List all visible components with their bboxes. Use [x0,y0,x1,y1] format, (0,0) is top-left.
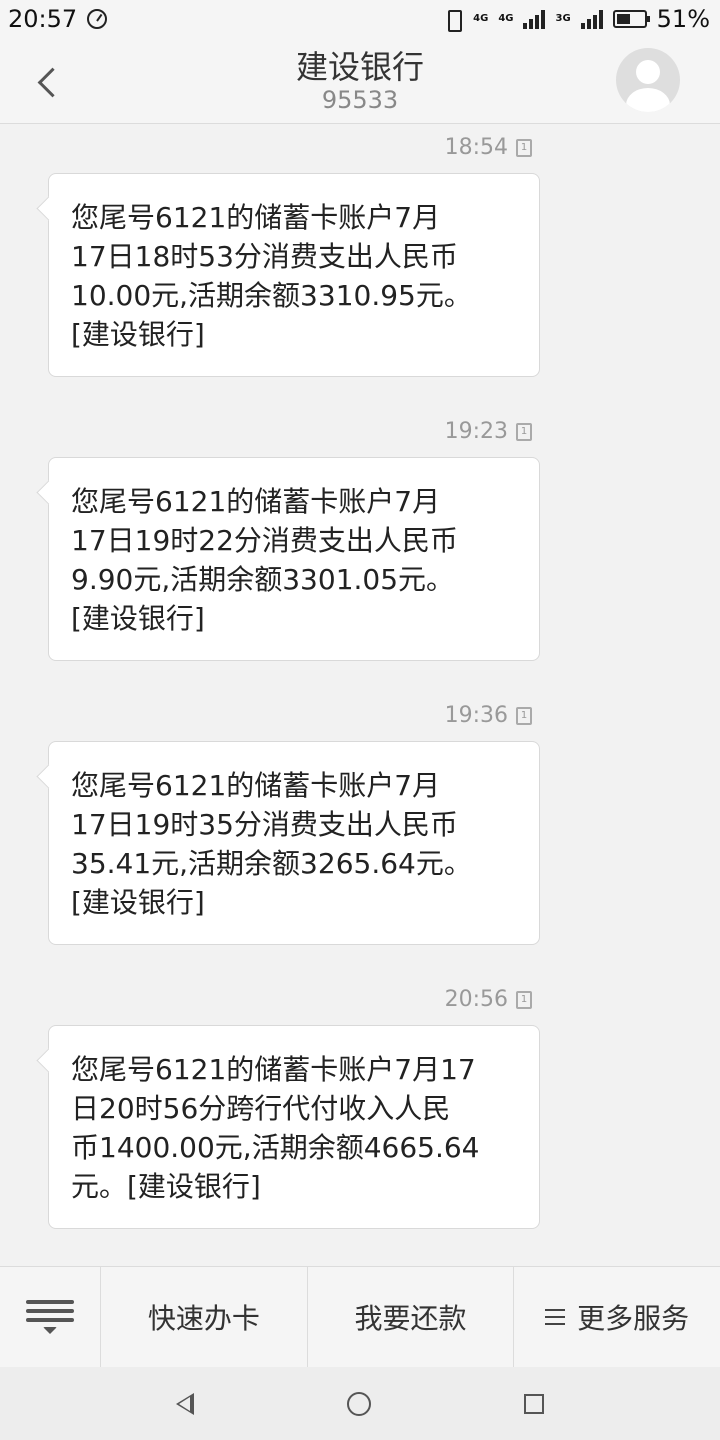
status-time: 20:57 [8,5,78,33]
message-item: 18:54 1 您尾号6121的储蓄卡账户7月 17日18时53分消费支出人民币… [0,125,720,409]
sim-card-icon: 1 [516,138,532,157]
message-bubble[interactable]: 您尾号6121的储蓄卡账户7月 17日19时35分消费支出人民币 35.41元,… [48,741,540,945]
hamburger-icon [545,1309,566,1325]
message-timestamp: 19:36 1 [445,703,532,728]
battery-fill [616,14,630,24]
quick-card-button[interactable]: 快速办卡 [101,1267,308,1367]
message-line: 17日19时22分消费支出人民币 [71,524,458,557]
message-timestamp: 20:56 1 [445,987,532,1012]
message-line: [建设银行] [71,886,205,919]
network-type-2: 4G [498,13,514,24]
sim-card-icon: 1 [516,990,532,1009]
status-left: 20:57 [8,5,108,33]
message-item: 19:36 1 您尾号6121的储蓄卡账户7月 17日19时35分消费支出人民币… [0,693,720,977]
message-item: 19:23 1 您尾号6121的储蓄卡账户7月 17日19时22分消费支出人民币… [0,409,720,693]
message-line: 元。[建设银行] [71,1170,261,1203]
battery-percent: 51% [656,5,710,33]
clock-icon [87,9,108,29]
conversation-header: 建设银行 95533 [0,38,720,124]
menu-toggle-icon[interactable] [0,1267,101,1367]
battery-icon [612,10,650,28]
message-bubble[interactable]: 您尾号6121的储蓄卡账户7月17 日20时56分跨行代付收入人民 币1400.… [48,1025,540,1229]
message-line: [建设银行] [71,602,205,635]
signal-icon-2 [580,9,603,29]
network-type-3: 3G [555,13,571,24]
message-line: 35.41元,活期余额3265.64元。 [71,847,472,880]
avatar[interactable] [616,48,680,112]
message-line: 日20时56分跨行代付收入人民 [71,1092,451,1125]
status-bar: 20:57 4G 4G 3G 51% [0,0,720,38]
system-nav-bar [0,1367,720,1440]
contact-name: 建设银行 [295,48,424,86]
network-type-1: 4G [473,13,489,24]
message-line: 9.90元,活期余额3301.05元。 [71,563,455,596]
nav-back-icon[interactable] [176,1392,195,1415]
message-line: 17日18时53分消费支出人民币 [71,240,458,273]
message-list[interactable]: 18:54 1 您尾号6121的储蓄卡账户7月 17日18时53分消费支出人民币… [0,125,720,1261]
status-right: 4G 4G 3G 51% [443,5,710,33]
message-timestamp: 19:23 1 [445,419,532,444]
message-line: 您尾号6121的储蓄卡账户7月17 [71,1053,476,1086]
more-services-button[interactable]: 更多服务 [514,1267,720,1367]
contact-number: 95533 [321,86,399,114]
message-bubble[interactable]: 您尾号6121的储蓄卡账户7月 17日18时53分消费支出人民币 10.00元,… [48,173,540,377]
message-line: 您尾号6121的储蓄卡账户7月 [71,485,441,518]
message-line: 10.00元,活期余额3310.95元。 [71,279,472,312]
message-line: 17日19时35分消费支出人民币 [71,808,458,841]
nav-recent-icon[interactable] [523,1393,544,1414]
message-line: 您尾号6121的储蓄卡账户7月 [71,201,441,234]
message-item: 20:56 1 您尾号6121的储蓄卡账户7月17 日20时56分跨行代付收入人… [0,977,720,1261]
nav-home-icon[interactable] [346,1391,371,1416]
message-timestamp: 18:54 1 [445,135,532,160]
sim-card-icon: 1 [516,422,532,441]
message-line: 您尾号6121的储蓄卡账户7月 [71,769,441,802]
message-line: 币1400.00元,活期余额4665.64 [71,1131,480,1164]
signal-icon-1 [523,9,546,29]
vibrate-icon [443,8,463,32]
message-bubble[interactable]: 您尾号6121的储蓄卡账户7月 17日19时22分消费支出人民币 9.90元,活… [48,457,540,661]
service-menu-bar: 快速办卡 我要还款 更多服务 [0,1266,720,1367]
message-line: [建设银行] [71,318,205,351]
sim-card-icon: 1 [516,706,532,725]
repayment-button[interactable]: 我要还款 [308,1267,515,1367]
